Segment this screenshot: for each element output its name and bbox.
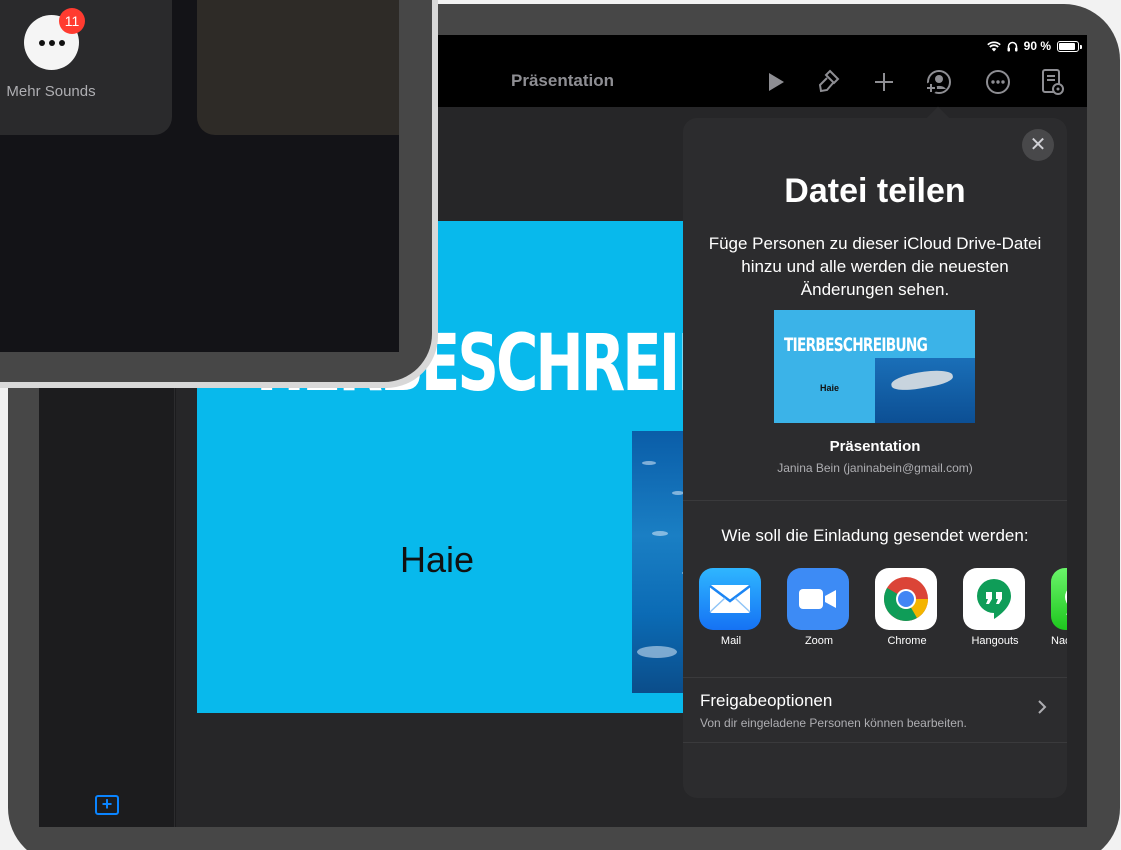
hangouts-icon	[963, 568, 1025, 630]
document-title[interactable]: Präsentation	[511, 71, 614, 91]
sound-card[interactable]	[197, 0, 399, 135]
mail-icon	[699, 568, 761, 630]
share-apps-row: Mail Zoom Chrome Hangouts Na	[699, 568, 1067, 652]
status-bar: 90 %	[986, 39, 1082, 53]
app-hangouts[interactable]: Hangouts	[963, 568, 1027, 647]
divider	[683, 677, 1067, 678]
dot	[48, 39, 55, 46]
app-label: Hangouts	[971, 635, 1019, 647]
notification-badge: 11	[59, 8, 85, 34]
play-icon[interactable]	[761, 67, 791, 97]
file-name: Präsentation	[829, 438, 921, 455]
app-chrome[interactable]: Chrome	[875, 568, 939, 647]
app-zoom[interactable]: Zoom	[787, 568, 851, 647]
thumbnail-subtitle: Haie	[820, 383, 840, 393]
divider	[683, 500, 1067, 501]
close-button[interactable]: ✕	[1022, 129, 1054, 161]
add-icon[interactable]	[869, 67, 899, 97]
wifi-icon	[986, 40, 1001, 51]
send-prompt: Wie soll die Einladung gesendet werden:	[721, 526, 1029, 545]
overlay-ipad-screen: 11 Mehr Sounds	[0, 0, 399, 352]
share-options-title[interactable]: Freigabeoptionen	[700, 691, 832, 711]
collaborate-icon[interactable]	[923, 67, 953, 97]
shark-shape	[890, 366, 954, 394]
app-label: Mail	[720, 635, 742, 647]
fish	[642, 461, 656, 465]
slide-subtitle[interactable]: Haie	[400, 539, 474, 581]
divider	[683, 742, 1067, 743]
fish	[652, 531, 668, 536]
app-messages[interactable]: Nac	[1051, 568, 1067, 647]
app-label: Nac	[1051, 635, 1067, 647]
thumbnail-photo	[875, 358, 975, 423]
battery-percent: 90 %	[1023, 39, 1051, 53]
battery-fill	[1059, 42, 1076, 50]
fish	[637, 646, 677, 658]
app-label: Chrome	[887, 635, 927, 647]
share-popover: ✕ Datei teilen Füge Personen zu dieser i…	[683, 118, 1067, 798]
format-brush-icon[interactable]	[813, 67, 843, 97]
add-slide-button[interactable]: +	[95, 795, 119, 815]
app-label: Zoom	[804, 635, 834, 647]
more-options-icon[interactable]	[983, 67, 1013, 97]
app-mail[interactable]: Mail	[699, 568, 763, 647]
chrome-icon	[875, 568, 937, 630]
more-sounds-label: Mehr Sounds	[6, 83, 96, 100]
presenter-notes-icon[interactable]	[1037, 67, 1067, 97]
document-thumbnail: TIERBESCHREIBUNG Haie	[774, 310, 975, 423]
battery-icon	[1057, 40, 1082, 52]
messages-icon	[1051, 568, 1067, 630]
file-owner: Janina Bein (janinabein@gmail.com)	[777, 461, 973, 475]
popover-description: Füge Personen zu dieser iCloud Drive-Dat…	[708, 234, 1042, 299]
screenshot-root: 90 % Präsentation + BESCHREI Haie ✕ Date…	[0, 0, 1121, 850]
share-options-subtitle: Von dir eingeladene Personen können bear…	[700, 716, 967, 730]
sound-card[interactable]: 11 Mehr Sounds	[0, 0, 172, 135]
chevron-right-icon	[1038, 700, 1047, 714]
thumbnail-title: TIERBESCHREIBUNG	[784, 334, 928, 356]
dot	[58, 39, 65, 46]
headphones-icon	[1007, 41, 1018, 51]
zoom-icon	[787, 568, 849, 630]
dot	[38, 39, 45, 46]
popover-title: Datei teilen	[784, 172, 966, 210]
